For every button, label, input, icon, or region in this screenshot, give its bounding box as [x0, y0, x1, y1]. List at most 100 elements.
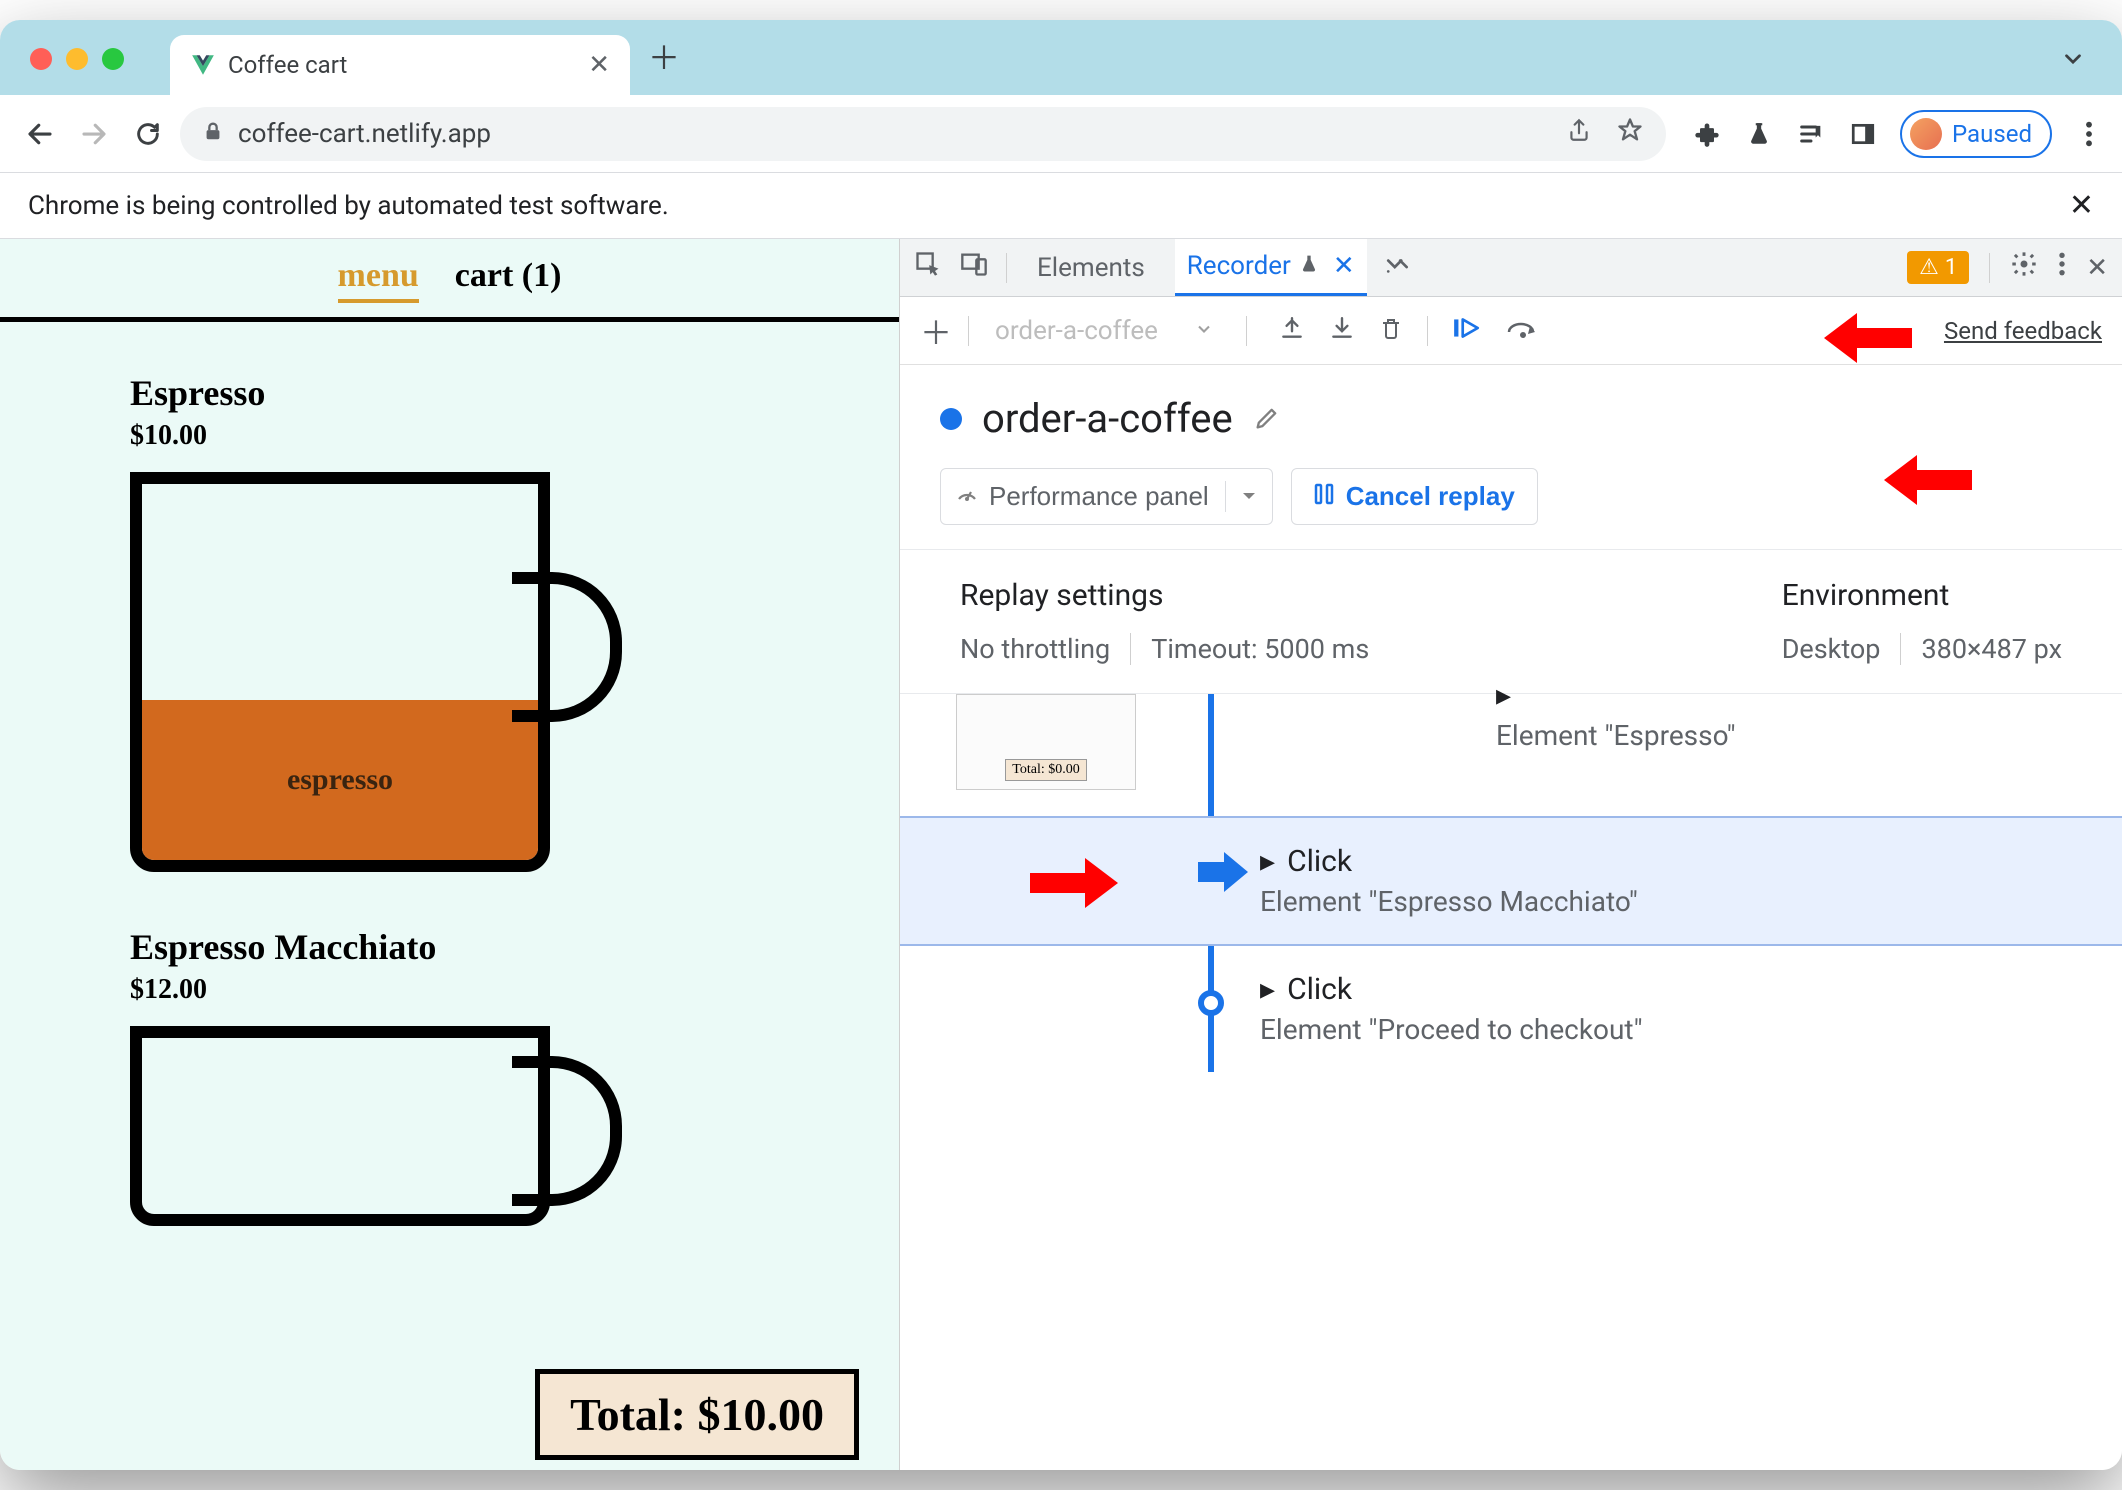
product-card: Espresso $10.00 espresso	[130, 372, 769, 872]
profile-paused-pill[interactable]: Paused	[1900, 110, 2052, 158]
recording-name: order-a-coffee	[982, 395, 1233, 442]
replay-icon[interactable]	[1452, 314, 1482, 348]
devtools-menu-icon[interactable]	[2058, 251, 2066, 284]
product-price: $12.00	[130, 974, 769, 1006]
recorder-header: order-a-coffee Performance panel Cancel …	[900, 365, 2122, 550]
step-target: Element "Espresso Macchiato"	[1260, 885, 1638, 918]
new-tab-button[interactable]: ＋	[648, 33, 680, 79]
infobar-text: Chrome is being controlled by automated …	[28, 191, 669, 221]
step-thumbnail: Total: $0.00	[956, 694, 1136, 790]
step-action: Click	[1287, 844, 1352, 879]
window-controls	[30, 48, 124, 70]
annotation-arrow-icon	[1822, 303, 1912, 373]
issues-badge[interactable]: ⚠ 1	[1907, 251, 1969, 284]
tab-elements[interactable]: Elements	[1025, 241, 1157, 295]
step-action: Click	[1287, 972, 1352, 1007]
avatar-icon	[1910, 118, 1942, 150]
window-close[interactable]	[30, 48, 52, 70]
window-maximize[interactable]	[102, 48, 124, 70]
bookmark-star-icon[interactable]	[1616, 116, 1644, 151]
nav-menu-link[interactable]: menu	[338, 257, 419, 303]
url-text: coffee-cart.netlify.app	[238, 119, 491, 149]
export-icon[interactable]	[1279, 315, 1305, 347]
expand-caret-icon[interactable]: ▸	[1260, 972, 1275, 1007]
performance-panel-button[interactable]: Performance panel	[940, 468, 1273, 525]
viewport-value: 380×487 px	[1900, 633, 2062, 665]
replay-settings-heading: Replay settings	[960, 578, 1369, 613]
expand-caret-icon[interactable]: ▸	[1496, 678, 1511, 713]
chevron-down-icon[interactable]	[1194, 317, 1214, 345]
address-bar[interactable]: coffee-cart.netlify.app	[180, 107, 1666, 161]
automation-infobar: Chrome is being controlled by automated …	[0, 173, 2122, 239]
step-row[interactable]: ▸ Click Element "Espresso Macchiato"	[900, 816, 2122, 946]
cup-fill-label: espresso	[142, 700, 538, 860]
flask-icon	[1299, 251, 1319, 281]
delete-icon[interactable]	[1379, 315, 1403, 347]
product-name: Espresso Macchiato	[130, 926, 769, 968]
annotation-arrow-icon	[1030, 848, 1120, 918]
tab-close-icon[interactable]: ✕	[1333, 251, 1355, 281]
browser-toolbar: coffee-cart.netlify.app Paused	[0, 95, 2122, 173]
total-badge[interactable]: Total: $10.00	[535, 1369, 859, 1460]
gauge-icon	[955, 481, 979, 512]
step-row[interactable]: Total: $0.00 ▸ Click Element "Espresso"	[900, 694, 2122, 816]
step-over-icon[interactable]	[1506, 316, 1540, 346]
devtools-close-icon[interactable]: ✕	[2086, 253, 2108, 283]
app-nav: menu cart (1)	[0, 239, 899, 322]
recorder-settings-row: Replay settings No throttling Timeout: 5…	[900, 550, 2122, 694]
coffee-cup-button[interactable]	[130, 1026, 560, 1426]
recorder-steps: Total: $0.00 ▸ Click Element "Espresso" …	[900, 694, 2122, 1072]
extensions-icon[interactable]	[1692, 119, 1722, 149]
cancel-replay-button[interactable]: Cancel replay	[1291, 468, 1538, 525]
tab-recorder[interactable]: Recorder ✕	[1175, 239, 1367, 296]
share-icon[interactable]	[1566, 117, 1592, 150]
lock-icon	[202, 119, 224, 149]
side-panel-icon[interactable]	[1848, 119, 1878, 149]
tab-close-icon[interactable]: ✕	[588, 50, 610, 80]
labs-flask-icon[interactable]	[1744, 119, 1774, 149]
forward-button[interactable]	[72, 112, 116, 156]
product-card: Espresso Macchiato $12.00	[130, 926, 769, 1426]
step-target: Element "Espresso"	[1496, 719, 1736, 752]
product-list: Espresso $10.00 espresso Espresso Macchi…	[0, 322, 899, 1470]
import-icon[interactable]	[1329, 315, 1355, 347]
product-name: Espresso	[130, 372, 769, 414]
app-viewport: menu cart (1) Espresso $10.00 espresso E…	[0, 239, 900, 1470]
chrome-menu-icon[interactable]	[2074, 119, 2104, 149]
warning-icon: ⚠	[1919, 255, 1939, 280]
thumb-total-badge: Total: $0.00	[1005, 759, 1086, 781]
more-tabs-icon[interactable]	[1385, 253, 1411, 283]
step-target: Element "Proceed to checkout"	[1260, 1013, 1643, 1046]
settings-gear-icon[interactable]	[2010, 250, 2038, 285]
paused-label: Paused	[1952, 120, 2032, 148]
chevron-down-icon	[1225, 481, 1258, 512]
step-dot-icon	[1198, 990, 1224, 1016]
infobar-close-icon[interactable]: ✕	[2069, 188, 2094, 223]
reading-list-icon[interactable]	[1796, 119, 1826, 149]
edit-pencil-icon[interactable]	[1253, 395, 1281, 442]
coffee-cup-button[interactable]: espresso	[130, 472, 560, 872]
browser-tab-strip: Coffee cart ✕ ＋	[0, 20, 2122, 95]
current-step-marker-icon	[1198, 852, 1248, 892]
environment-heading: Environment	[1782, 578, 2062, 613]
timeout-value[interactable]: Timeout: 5000 ms	[1130, 633, 1369, 665]
inspect-element-icon[interactable]	[914, 250, 942, 285]
send-feedback-link[interactable]: Send feedback	[1944, 317, 2102, 345]
recording-selector[interactable]: order-a-coffee	[995, 316, 1158, 346]
new-recording-icon[interactable]: ＋	[920, 308, 952, 354]
expand-caret-icon[interactable]: ▸	[1260, 844, 1275, 879]
recorder-toolbar: ＋ order-a-coffee Send feedback	[900, 297, 2122, 365]
pause-icon	[1314, 481, 1334, 512]
recording-status-dot-icon	[940, 408, 962, 430]
back-button[interactable]	[18, 112, 62, 156]
issues-count: 1	[1945, 255, 1957, 280]
browser-tab[interactable]: Coffee cart ✕	[170, 35, 630, 95]
device-toggle-icon[interactable]	[960, 250, 988, 285]
reload-button[interactable]	[126, 112, 170, 156]
devtools-panel: Elements Recorder ✕ ⚠ 1 ✕	[900, 239, 2122, 1470]
step-row[interactable]: ▸ Click Element "Proceed to checkout"	[900, 946, 2122, 1072]
window-minimize[interactable]	[66, 48, 88, 70]
tab-overflow-chevron-icon[interactable]	[2060, 46, 2086, 76]
nav-cart-link[interactable]: cart (1)	[455, 257, 562, 303]
throttling-value[interactable]: No throttling	[960, 633, 1110, 665]
